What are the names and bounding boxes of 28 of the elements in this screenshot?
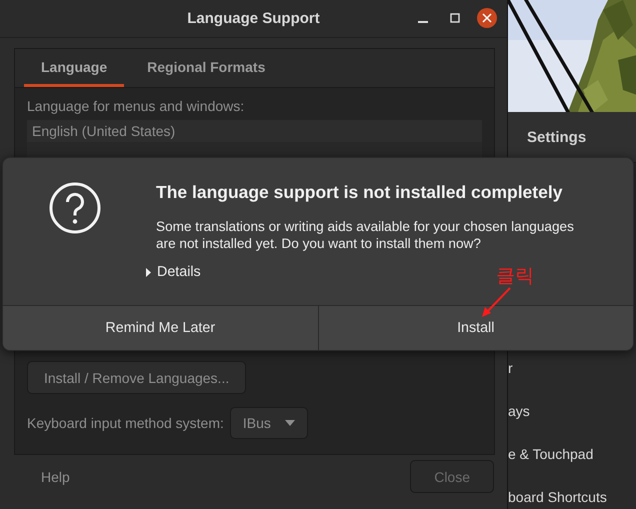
settings-item[interactable]: e & Touchpad bbox=[508, 446, 594, 463]
caret-icon bbox=[284, 420, 295, 426]
window-title: Language Support bbox=[187, 10, 320, 27]
help-button[interactable]: Help bbox=[27, 460, 84, 492]
annotation-arrow bbox=[481, 287, 511, 318]
settings-title: Settings bbox=[527, 128, 586, 146]
languages-label: Language for menus and windows: bbox=[27, 98, 246, 114]
close-button[interactable] bbox=[477, 8, 497, 28]
question-icon bbox=[49, 182, 101, 234]
settings-item[interactable]: r bbox=[508, 360, 513, 377]
settings-item[interactable]: ays bbox=[508, 403, 530, 420]
maximize-icon bbox=[450, 13, 460, 23]
tab[interactable]: Language bbox=[24, 49, 124, 87]
triangle-icon bbox=[146, 268, 152, 276]
tab[interactable]: Regional Formats bbox=[130, 49, 282, 87]
dialog-button[interactable]: Install bbox=[318, 305, 633, 350]
language-item[interactable]: English (United States) bbox=[27, 120, 482, 142]
dialog-button[interactable]: Remind Me Later bbox=[3, 305, 318, 350]
settings-item[interactable]: board Shortcuts bbox=[508, 489, 607, 506]
input-method-dropdown[interactable]: IBus bbox=[230, 407, 308, 439]
minimize-icon bbox=[418, 21, 428, 23]
annotation-label: 클릭 bbox=[496, 264, 534, 288]
details-expander[interactable]: Details bbox=[146, 264, 201, 280]
dialog-title: The language support is not installed completely bbox=[156, 182, 564, 203]
close-icon bbox=[482, 13, 492, 23]
install-remove-button[interactable]: Install / Remove Languages... bbox=[27, 361, 246, 394]
input-method-label: Keyboard input method system: bbox=[27, 415, 224, 431]
dialog-message: Some translations or writing aids available for your chosen languages are not installed yet. Do you want to install them now? bbox=[156, 218, 574, 252]
